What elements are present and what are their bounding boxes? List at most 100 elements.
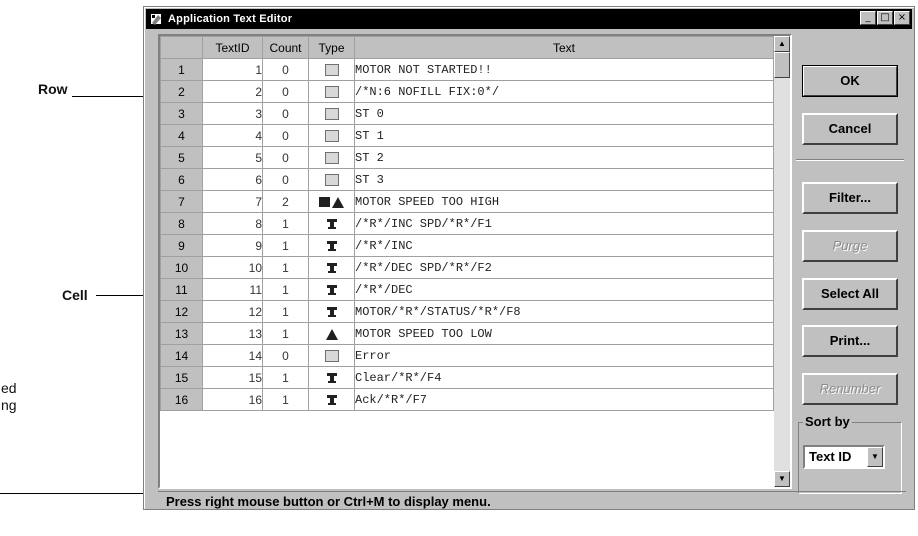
- cell-textid[interactable]: 1: [202, 58, 263, 81]
- table-row[interactable]: 9 9 1/*R*/INC: [160, 234, 774, 257]
- cell-textid[interactable]: 9: [202, 234, 263, 257]
- cell-type[interactable]: [308, 102, 355, 125]
- cell-textid[interactable]: 14: [202, 344, 263, 367]
- table-row[interactable]: 16 16 1 Ack/*R*/F7: [160, 388, 774, 411]
- cell-text[interactable]: MOTOR NOT STARTED!!: [354, 58, 774, 81]
- cell-count[interactable]: 2: [262, 190, 309, 213]
- cell-text[interactable]: Ack/*R*/F7: [354, 388, 774, 411]
- cell-count[interactable]: 1: [262, 234, 309, 257]
- scroll-up-button[interactable]: ▲: [774, 36, 790, 52]
- filter-button[interactable]: Filter...: [802, 182, 898, 214]
- cell-type[interactable]: [308, 256, 355, 279]
- cell-textid[interactable]: 8: [202, 212, 263, 235]
- row-header[interactable]: 15: [160, 366, 203, 389]
- scroll-down-button[interactable]: ▼: [774, 471, 790, 487]
- renumber-button[interactable]: Renumber: [802, 373, 898, 405]
- row-header[interactable]: 13: [160, 322, 203, 345]
- cell-type[interactable]: [308, 80, 355, 103]
- header-textid[interactable]: TextID: [202, 36, 263, 59]
- cell-type[interactable]: [308, 344, 355, 367]
- row-header[interactable]: 1: [160, 58, 203, 81]
- cell-text[interactable]: MOTOR SPEED TOO LOW: [354, 322, 774, 345]
- cell-text[interactable]: ST 1: [354, 124, 774, 147]
- cell-type[interactable]: [308, 388, 355, 411]
- ok-button[interactable]: OK: [802, 65, 898, 97]
- cell-type[interactable]: [308, 234, 355, 257]
- cell-text[interactable]: Clear/*R*/F4: [354, 366, 774, 389]
- cell-text[interactable]: Error: [354, 344, 774, 367]
- select-all-button[interactable]: Select All: [802, 278, 898, 310]
- row-header[interactable]: 6: [160, 168, 203, 191]
- cell-count[interactable]: 1: [262, 366, 309, 389]
- cell-count[interactable]: 1: [262, 322, 309, 345]
- row-header[interactable]: 7: [160, 190, 203, 213]
- table-row[interactable]: 5 5 0 ST 2: [160, 146, 774, 169]
- cell-textid[interactable]: 4: [202, 124, 263, 147]
- cell-count[interactable]: 0: [262, 344, 309, 367]
- table-row[interactable]: 15 15 1 Clear/*R*/F4: [160, 366, 774, 389]
- table-row[interactable]: 10 10 1/*R*/DEC SPD/*R*/F2: [160, 256, 774, 279]
- row-header[interactable]: 12: [160, 300, 203, 323]
- cell-type[interactable]: [308, 366, 355, 389]
- cell-count[interactable]: 0: [262, 168, 309, 191]
- cell-text[interactable]: ST 0: [354, 102, 774, 125]
- table-row[interactable]: 7 7 2 MOTOR SPEED TOO HIGH: [160, 190, 774, 213]
- cell-textid[interactable]: 7: [202, 190, 263, 213]
- cell-type[interactable]: [308, 322, 355, 345]
- cell-textid[interactable]: 15: [202, 366, 263, 389]
- row-header[interactable]: 8: [160, 212, 203, 235]
- row-header[interactable]: 14: [160, 344, 203, 367]
- cell-type[interactable]: [308, 190, 355, 213]
- print-button[interactable]: Print...: [802, 325, 898, 357]
- cell-textid[interactable]: 10: [202, 256, 263, 279]
- row-header[interactable]: 11: [160, 278, 203, 301]
- dropdown-arrow-icon[interactable]: ▼: [867, 447, 883, 467]
- cell-textid[interactable]: 5: [202, 146, 263, 169]
- sort-by-select[interactable]: Text ID ▼: [803, 445, 885, 469]
- cancel-button[interactable]: Cancel: [802, 113, 898, 145]
- table-row[interactable]: 4 4 0 ST 1: [160, 124, 774, 147]
- cell-count[interactable]: 1: [262, 300, 309, 323]
- cell-type[interactable]: [308, 212, 355, 235]
- close-button[interactable]: ×: [894, 11, 910, 25]
- cell-text[interactable]: MOTOR/*R*/STATUS/*R*/F8: [354, 300, 774, 323]
- cell-type[interactable]: [308, 124, 355, 147]
- cell-textid[interactable]: 13: [202, 322, 263, 345]
- row-header[interactable]: 16: [160, 388, 203, 411]
- row-header[interactable]: 2: [160, 80, 203, 103]
- row-header[interactable]: 3: [160, 102, 203, 125]
- table-row[interactable]: 1 1 0 MOTOR NOT STARTED!!: [160, 58, 774, 81]
- table-row[interactable]: 14 14 0 Error: [160, 344, 774, 367]
- table-row[interactable]: 6 6 0 ST 3: [160, 168, 774, 191]
- header-type[interactable]: Type: [308, 36, 355, 59]
- cell-count[interactable]: 1: [262, 256, 309, 279]
- cell-type[interactable]: [308, 300, 355, 323]
- cell-text[interactable]: /*R*/DEC SPD/*R*/F2: [354, 256, 774, 279]
- table-row[interactable]: 12 12 1 MOTOR/*R*/STATUS/*R*/F8: [160, 300, 774, 323]
- row-header[interactable]: 4: [160, 124, 203, 147]
- scroll-thumb[interactable]: [774, 52, 790, 78]
- cell-textid[interactable]: 3: [202, 102, 263, 125]
- cell-text[interactable]: MOTOR SPEED TOO HIGH: [354, 190, 774, 213]
- header-corner[interactable]: [160, 36, 203, 59]
- cell-text[interactable]: /*N:6 NOFILL FIX:0*/: [354, 80, 774, 103]
- cell-type[interactable]: [308, 58, 355, 81]
- purge-button[interactable]: Purge: [802, 230, 898, 262]
- table-row[interactable]: 13 13 1 MOTOR SPEED TOO LOW: [160, 322, 774, 345]
- header-text[interactable]: Text: [354, 36, 774, 59]
- cell-text[interactable]: ST 2: [354, 146, 774, 169]
- cell-type[interactable]: [308, 146, 355, 169]
- cell-count[interactable]: 0: [262, 58, 309, 81]
- table-row[interactable]: 8 8 1/*R*/INC SPD/*R*/F1: [160, 212, 774, 235]
- maximize-button[interactable]: □: [877, 11, 893, 25]
- table-row[interactable]: 11 11 1/*R*/DEC: [160, 278, 774, 301]
- cell-textid[interactable]: 11: [202, 278, 263, 301]
- cell-count[interactable]: 0: [262, 146, 309, 169]
- row-header[interactable]: 10: [160, 256, 203, 279]
- cell-count[interactable]: 0: [262, 80, 309, 103]
- cell-count[interactable]: 1: [262, 278, 309, 301]
- cell-count[interactable]: 1: [262, 212, 309, 235]
- cell-type[interactable]: [308, 168, 355, 191]
- cell-textid[interactable]: 12: [202, 300, 263, 323]
- table-row[interactable]: 2 2 0/*N:6 NOFILL FIX:0*/: [160, 80, 774, 103]
